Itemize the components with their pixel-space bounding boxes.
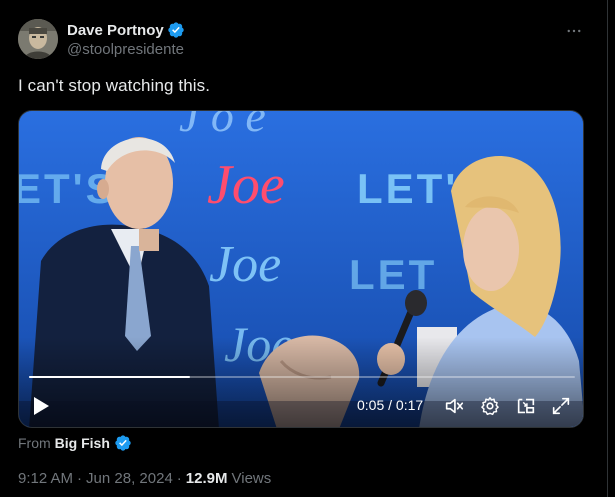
svg-text:LET: LET (349, 251, 437, 298)
backdrop-joe-blue: Joe (209, 236, 281, 293)
mute-icon[interactable] (443, 395, 465, 417)
pip-icon[interactable] (515, 395, 537, 417)
verified-badge-icon (167, 21, 185, 39)
time-total: 0:17 (395, 397, 424, 413)
svg-text:J o e: J o e (179, 111, 266, 141)
views-label: Views (231, 470, 272, 487)
time-current: 0:05 (357, 397, 385, 413)
play-icon[interactable] (31, 395, 51, 417)
progress-fill (29, 376, 190, 378)
source-verified-badge-icon (114, 434, 132, 452)
time-separator: / (384, 397, 396, 413)
tweet-text: I can't stop watching this. (18, 76, 211, 95)
author-handle[interactable]: @stoolpresidente (67, 41, 184, 58)
time-display: 0:05 / 0:17 (357, 397, 423, 413)
author-name-row: Dave Portnoy (67, 20, 185, 40)
progress-bar[interactable] (29, 376, 575, 378)
fullscreen-icon[interactable] (550, 395, 572, 417)
column-divider (607, 0, 608, 497)
meta-separator-2: · (176, 470, 182, 487)
source-prefix: From (18, 435, 51, 451)
source-attribution: From Big Fish (18, 433, 132, 453)
video-player[interactable]: J o e Joe Joe Joe LET'S G LET ET'S (18, 110, 584, 428)
avatar[interactable] (18, 19, 58, 59)
author-display-name[interactable]: Dave Portnoy (67, 22, 164, 39)
tweet-date[interactable]: Jun 28, 2024 (86, 470, 173, 487)
tweet-time[interactable]: 9:12 AM (18, 470, 73, 487)
tweet-meta: 9:12 AM · Jun 28, 2024 · 12.9M Views (18, 470, 271, 487)
meta-separator: · (77, 470, 83, 487)
views-count: 12.9M (185, 470, 228, 487)
more-icon[interactable] (561, 18, 587, 44)
backdrop-joe-red: Joe (207, 154, 285, 216)
settings-icon[interactable] (479, 395, 501, 417)
source-name-link[interactable]: Big Fish (55, 435, 110, 451)
